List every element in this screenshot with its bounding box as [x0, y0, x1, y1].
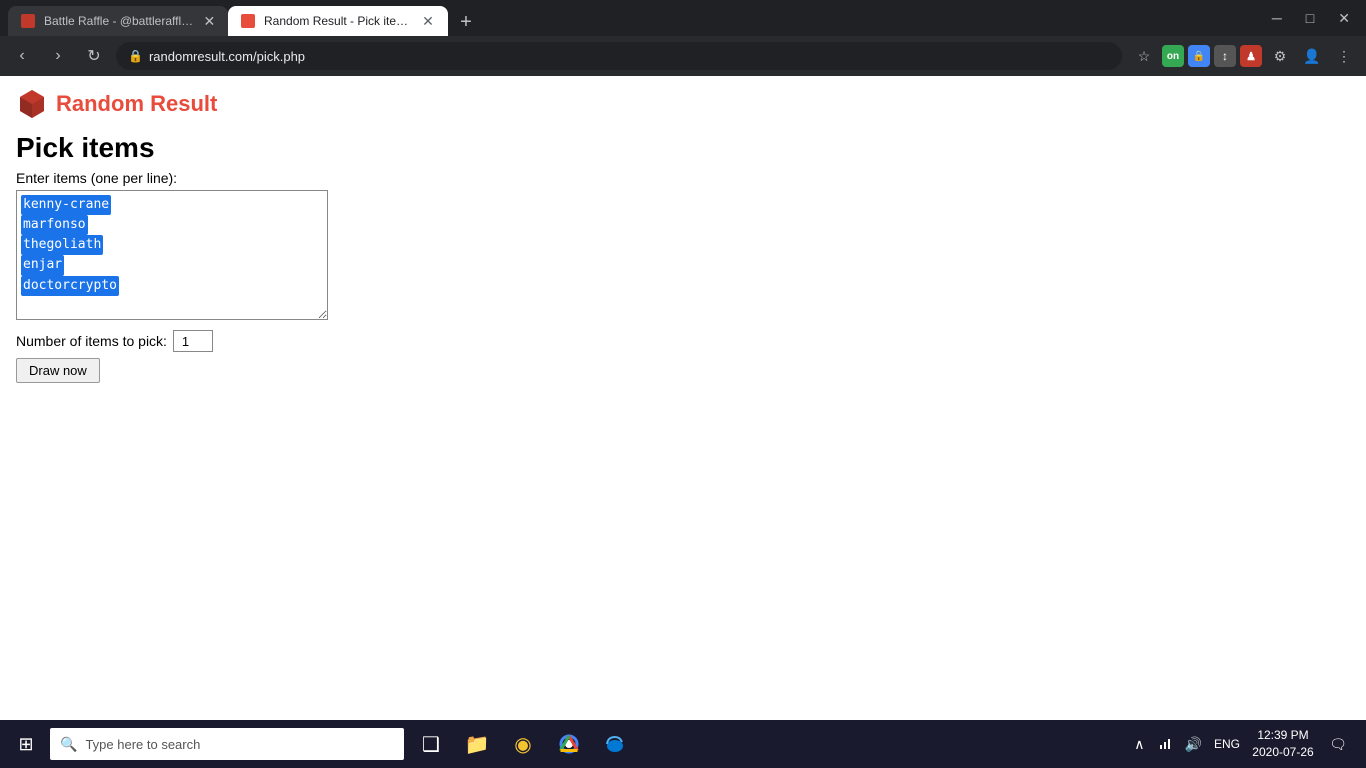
address-bar: ‹ › ↻ 🔒 randomresult.com/pick.php ☆ on 🔒… — [0, 36, 1366, 76]
chrome-button[interactable] — [548, 723, 590, 765]
start-icon: ⊞ — [18, 734, 33, 755]
ext-puzzle-icon[interactable]: ⚙ — [1266, 42, 1294, 70]
ext-arrow-icon[interactable]: ↕ — [1214, 45, 1236, 67]
address-input[interactable]: 🔒 randomresult.com/pick.php — [116, 42, 1122, 70]
new-tab-button[interactable]: + — [452, 8, 480, 36]
draw-now-button[interactable]: Draw now — [16, 358, 100, 383]
page-content: Random Result Pick items Enter items (on… — [0, 76, 1366, 720]
minimize-button[interactable]: ─ — [1264, 6, 1290, 30]
forward-button[interactable]: › — [44, 42, 72, 70]
start-button[interactable]: ⊞ — [4, 722, 48, 766]
tab-label-battle: Battle Raffle - @battleraffle | Pe… — [44, 14, 195, 28]
textarea-content: kenny-crane marfonso thegoliath enjar do… — [21, 195, 323, 315]
window-controls: ─ □ ✕ — [1264, 6, 1358, 31]
logo-text: Random Result — [56, 91, 217, 117]
item-thegoliath: thegoliath — [21, 235, 103, 255]
item-marfonso: marfonso — [21, 215, 88, 235]
items-label: Enter items (one per line): — [16, 170, 1350, 186]
browser-window: Battle Raffle - @battleraffle | Pe… ✕ Ra… — [0, 0, 1366, 768]
tray-volume-icon[interactable]: 🔊 — [1181, 732, 1206, 757]
tab-battleraffle[interactable]: Battle Raffle - @battleraffle | Pe… ✕ — [8, 6, 228, 36]
taskbar-search[interactable]: 🔍 Type here to search — [50, 728, 404, 760]
tab-close-rr[interactable]: ✕ — [420, 13, 436, 29]
tray-lang-text: ENG — [1210, 733, 1244, 755]
bookmark-icon[interactable]: ☆ — [1130, 42, 1158, 70]
tabs-area: Battle Raffle - @battleraffle | Pe… ✕ Ra… — [8, 0, 1256, 36]
ext-lock2-icon[interactable]: 🔒 — [1188, 45, 1210, 67]
search-icon: 🔍 — [60, 736, 77, 753]
app1-button[interactable]: ◉ — [502, 723, 544, 765]
profile-icon[interactable]: 👤 — [1298, 42, 1326, 70]
tab-close-battle[interactable]: ✕ — [203, 13, 216, 29]
tray-network-icon[interactable] — [1153, 731, 1177, 758]
site-logo: Random Result — [16, 88, 1350, 120]
page-title: Pick items — [16, 132, 1350, 164]
tab-randomresult[interactable]: Random Result - Pick items ✕ — [228, 6, 448, 36]
item-kenny-crane: kenny-crane — [21, 195, 111, 215]
menu-icon[interactable]: ⋮ — [1330, 42, 1358, 70]
task-view-button[interactable]: ❑ — [410, 723, 452, 765]
tray-date: 2020-07-26 — [1252, 744, 1313, 761]
search-placeholder-text: Type here to search — [85, 737, 200, 752]
taskbar-center-icons: ❑ 📁 ◉ — [410, 723, 636, 765]
ext-chess-icon[interactable]: ♟ — [1240, 45, 1262, 67]
tray-time[interactable]: 12:39 PM 2020-07-26 — [1248, 727, 1318, 761]
lock-icon: 🔒 — [128, 49, 143, 63]
toolbar-icons: ☆ on 🔒 ↕ ♟ ⚙ 👤 ⋮ — [1130, 42, 1358, 70]
edge-button[interactable] — [594, 723, 636, 765]
taskbar: ⊞ 🔍 Type here to search ❑ 📁 ◉ — [0, 720, 1366, 768]
item-enjar: enjar — [21, 255, 64, 275]
file-explorer-button[interactable]: 📁 — [456, 723, 498, 765]
items-textarea[interactable]: kenny-crane marfonso thegoliath enjar do… — [16, 190, 328, 320]
tab-favicon-rr — [240, 13, 256, 29]
taskbar-tray: ∧ 🔊 ENG 12:39 PM 2020-07-26 🗨 — [1130, 723, 1362, 765]
tab-favicon-battle — [20, 13, 36, 29]
number-input[interactable] — [173, 330, 213, 352]
tab-label-rr: Random Result - Pick items — [264, 14, 412, 28]
back-button[interactable]: ‹ — [8, 42, 36, 70]
title-bar: Battle Raffle - @battleraffle | Pe… ✕ Ra… — [0, 0, 1366, 36]
item-doctorcrypto: doctorcrypto — [21, 276, 119, 296]
ext-grammarly-icon[interactable]: on — [1162, 45, 1184, 67]
address-text: randomresult.com/pick.php — [149, 49, 1110, 64]
maximize-button[interactable]: □ — [1298, 6, 1322, 30]
reload-button[interactable]: ↻ — [80, 42, 108, 70]
notification-button[interactable]: 🗨 — [1322, 723, 1354, 765]
number-of-items-label: Number of items to pick: — [16, 330, 1350, 352]
logo-cube-icon — [16, 88, 48, 120]
tray-clock: 12:39 PM — [1257, 727, 1308, 744]
close-button[interactable]: ✕ — [1330, 6, 1358, 31]
tray-chevron-icon[interactable]: ∧ — [1130, 732, 1148, 757]
